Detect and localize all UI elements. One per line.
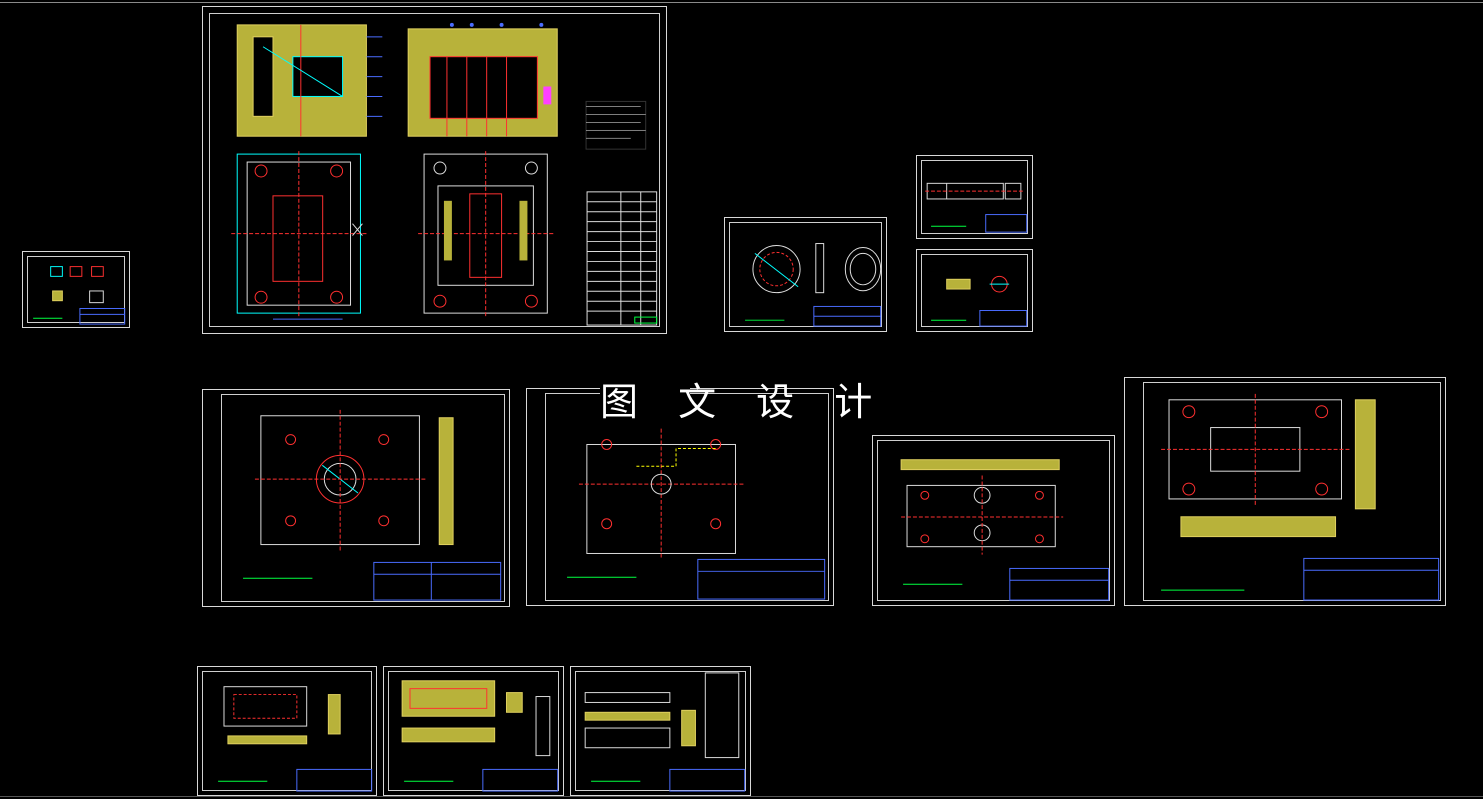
drawing-ring [745, 243, 882, 327]
drawing-cavity-1 [218, 686, 373, 792]
sheet-cavity-2[interactable] [383, 666, 564, 796]
sheet-ring[interactable] [724, 217, 887, 332]
drawing-pin [931, 275, 1028, 327]
drawing-mold-assembly [231, 22, 658, 326]
sheet-thumb-left[interactable] [22, 251, 130, 328]
drawing-rod [925, 182, 1028, 233]
drawing-ejector-plate [1161, 393, 1440, 601]
watermark-text: 图 文 设 计 [600, 380, 887, 424]
drawing-thumb-left [33, 266, 126, 325]
canvas-bottom-border [0, 796, 1483, 797]
drawing-support-plate [900, 459, 1110, 601]
sheet-assembly[interactable] [202, 6, 667, 334]
drawing-fixed-plate [243, 409, 502, 601]
canvas-top-border [0, 2, 1483, 3]
drawing-cavity-2 [401, 680, 559, 792]
sheet-plate-1[interactable] [202, 389, 510, 607]
sheet-pin[interactable] [916, 249, 1033, 332]
sheet-cavity-1[interactable] [197, 666, 377, 796]
sheet-plate-3[interactable] [872, 435, 1115, 606]
sheet-cavity-3[interactable] [570, 666, 751, 796]
drawing-cavity-3 [584, 672, 746, 792]
sheet-rod[interactable] [916, 155, 1033, 239]
sheet-plate-4[interactable] [1124, 377, 1446, 606]
